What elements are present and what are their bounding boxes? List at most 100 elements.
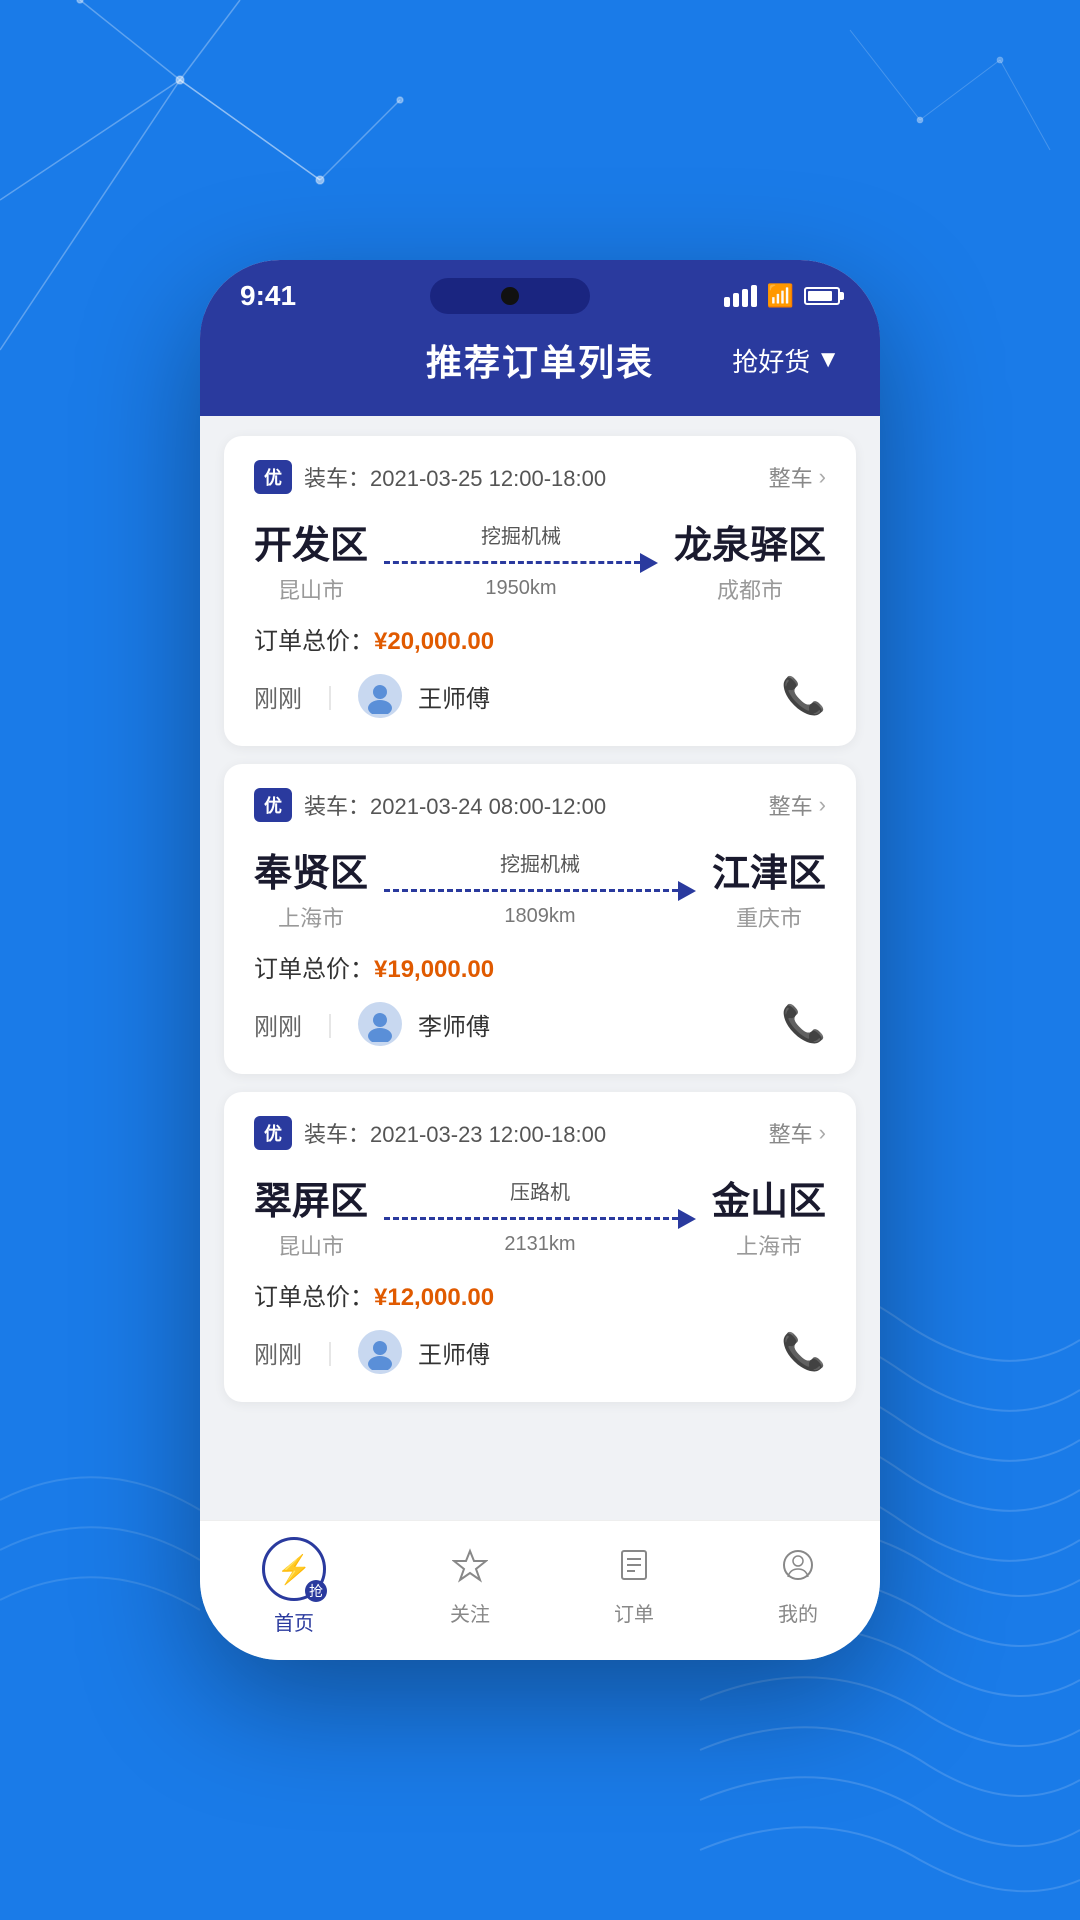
origin-2: 奉贤区 上海市 [254, 842, 368, 933]
camera-dot [501, 287, 519, 305]
time-ago-3: 刚刚 [254, 1335, 302, 1370]
orders-icon [616, 1547, 652, 1592]
signal-icon [724, 285, 757, 307]
driver-row-2: 刚刚 ｜ 李师傅 📞 [254, 1002, 826, 1046]
route-section-1: 开发区 昆山市 挖掘机械 1950km 龙泉驿区 成都市 [254, 514, 826, 605]
filter-icon: ▼ [816, 346, 840, 374]
time-ago-1: 刚刚 [254, 679, 302, 714]
driver-row-1: 刚刚 ｜ 王师傅 📞 [254, 674, 826, 718]
price-value-2: ¥19,000.00 [374, 956, 494, 983]
filter-label: 抢好货 [732, 342, 810, 379]
card-header-2: 优 装车：2021-03-24 08:00-12:00 整车 › [254, 788, 826, 822]
dest-sub-1: 成都市 [674, 573, 826, 605]
priority-badge-1: 优 [254, 460, 292, 494]
status-icons: 📶 [724, 283, 840, 309]
load-time-2: 装车：2021-03-24 08:00-12:00 [304, 789, 606, 821]
price-label-1: 订单总价： [254, 628, 374, 655]
chevron-icon-1: › [819, 464, 826, 490]
nav-orders-label: 订单 [614, 1598, 654, 1627]
driver-name-2: 李师傅 [418, 1007, 490, 1042]
call-button-1[interactable]: 📞 [781, 675, 826, 717]
dest-sub-2: 重庆市 [712, 901, 826, 933]
price-row-1: 订单总价：¥20,000.00 [254, 621, 826, 656]
nav-follow-label: 关注 [450, 1598, 490, 1627]
origin-1: 开发区 昆山市 [254, 514, 368, 605]
chevron-icon-2: › [819, 792, 826, 818]
nav-follow[interactable]: 关注 [450, 1547, 490, 1627]
profile-icon [780, 1547, 816, 1592]
dest-sub-3: 上海市 [712, 1229, 826, 1261]
type-label-2: 整车 [769, 789, 813, 821]
battery-icon [804, 287, 840, 305]
call-button-3[interactable]: 📞 [781, 1331, 826, 1373]
driver-avatar-1 [358, 674, 402, 718]
phone-frame: 9:41 📶 推荐订单列表 抢好货 ▼ [200, 260, 880, 1660]
dest-city-3: 金山区 [712, 1170, 826, 1225]
route-middle-2: 挖掘机械 1809km [368, 848, 712, 928]
notch [430, 278, 590, 314]
cargo-type-1: 挖掘机械 [481, 520, 561, 549]
status-time: 9:41 [240, 280, 296, 312]
card-header-1: 优 装车：2021-03-25 12:00-18:00 整车 › [254, 460, 826, 494]
origin-city-2: 奉贤区 [254, 842, 368, 897]
origin-sub-1: 昆山市 [254, 573, 368, 605]
wifi-icon: 📶 [767, 283, 794, 309]
price-row-3: 订单总价：¥12,000.00 [254, 1277, 826, 1312]
filter-button[interactable]: 抢好货 ▼ [732, 342, 840, 379]
price-label-2: 订单总价： [254, 956, 374, 983]
origin-sub-3: 昆山市 [254, 1229, 368, 1261]
nav-home-label: 首页 [274, 1607, 314, 1636]
cargo-type-2: 挖掘机械 [500, 848, 580, 877]
dest-3: 金山区 上海市 [712, 1170, 826, 1261]
type-label-1: 整车 [769, 461, 813, 493]
follow-icon [452, 1547, 488, 1592]
driver-avatar-3 [358, 1330, 402, 1374]
load-time-3: 装车：2021-03-23 12:00-18:00 [304, 1117, 606, 1149]
nav-orders[interactable]: 订单 [614, 1547, 654, 1627]
priority-badge-3: 优 [254, 1116, 292, 1150]
order-card-2[interactable]: 优 装车：2021-03-24 08:00-12:00 整车 › 奉贤区 上海市… [224, 764, 856, 1074]
home-icon: ⚡ 抢 [262, 1537, 326, 1601]
route-arrow-2 [384, 881, 696, 901]
priority-badge-2: 优 [254, 788, 292, 822]
header-title: 推荐订单列表 [426, 334, 654, 386]
origin-city-1: 开发区 [254, 514, 368, 569]
dest-city-1: 龙泉驿区 [674, 514, 826, 569]
cargo-type-3: 压路机 [510, 1176, 570, 1205]
top-bar: 9:41 📶 推荐订单列表 抢好货 ▼ [200, 260, 880, 416]
order-list: 优 装车：2021-03-25 12:00-18:00 整车 › 开发区 昆山市… [200, 416, 880, 1520]
route-middle-1: 挖掘机械 1950km [368, 520, 674, 600]
nav-profile-label: 我的 [778, 1598, 818, 1627]
driver-name-1: 王师傅 [418, 679, 490, 714]
price-value-1: ¥20,000.00 [374, 628, 494, 655]
dest-city-2: 江津区 [712, 842, 826, 897]
price-value-3: ¥12,000.00 [374, 1284, 494, 1311]
route-section-2: 奉贤区 上海市 挖掘机械 1809km 江津区 重庆市 [254, 842, 826, 933]
route-middle-3: 压路机 2131km [368, 1176, 712, 1256]
route-section-3: 翠屏区 昆山市 压路机 2131km 金山区 上海市 [254, 1170, 826, 1261]
time-ago-2: 刚刚 [254, 1007, 302, 1042]
type-label-3: 整车 [769, 1117, 813, 1149]
order-card-1[interactable]: 优 装车：2021-03-25 12:00-18:00 整车 › 开发区 昆山市… [224, 436, 856, 746]
driver-avatar-2 [358, 1002, 402, 1046]
order-card-3[interactable]: 优 装车：2021-03-23 12:00-18:00 整车 › 翠屏区 昆山市… [224, 1092, 856, 1402]
nav-home[interactable]: ⚡ 抢 首页 [262, 1537, 326, 1636]
route-arrow-1 [384, 553, 658, 573]
chevron-icon-3: › [819, 1120, 826, 1146]
dest-1: 龙泉驿区 成都市 [674, 514, 826, 605]
origin-3: 翠屏区 昆山市 [254, 1170, 368, 1261]
load-time-1: 装车：2021-03-25 12:00-18:00 [304, 461, 606, 493]
driver-name-3: 王师傅 [418, 1335, 490, 1370]
call-button-2[interactable]: 📞 [781, 1003, 826, 1045]
distance-3: 2131km [504, 1233, 575, 1256]
price-label-3: 订单总价： [254, 1284, 374, 1311]
app-header: 推荐订单列表 抢好货 ▼ [200, 314, 880, 416]
dest-2: 江津区 重庆市 [712, 842, 826, 933]
bottom-nav: ⚡ 抢 首页 关注 订单 [200, 1520, 880, 1660]
card-header-3: 优 装车：2021-03-23 12:00-18:00 整车 › [254, 1116, 826, 1150]
origin-sub-2: 上海市 [254, 901, 368, 933]
distance-1: 1950km [485, 577, 556, 600]
route-arrow-3 [384, 1209, 696, 1229]
price-row-2: 订单总价：¥19,000.00 [254, 949, 826, 984]
nav-profile[interactable]: 我的 [778, 1547, 818, 1627]
